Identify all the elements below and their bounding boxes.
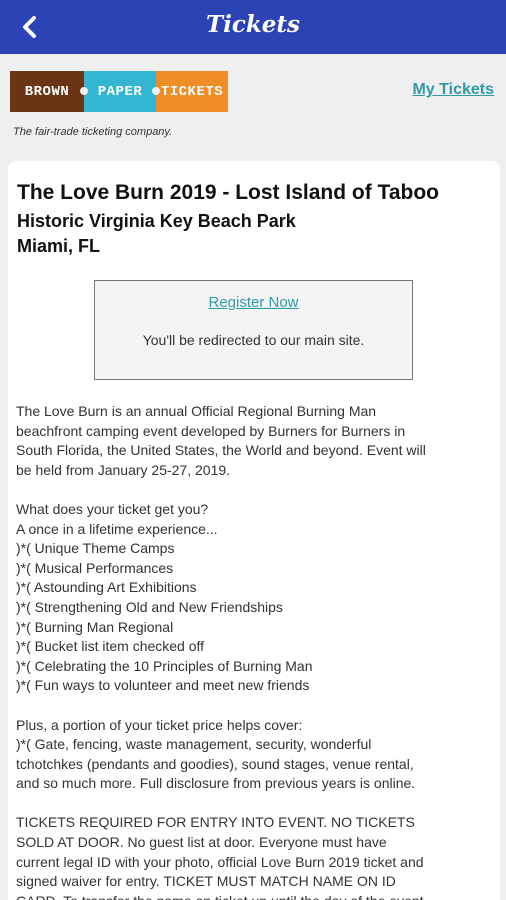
text-line: A once in a lifetime experience... bbox=[16, 520, 218, 537]
benefits-paragraph: What does your ticket get you? A once in… bbox=[16, 500, 492, 696]
register-panel: Register Now You'll be redirected to our… bbox=[94, 280, 413, 380]
text-line: South Florida, the United States, the Wo… bbox=[16, 442, 426, 459]
my-tickets-link[interactable]: My Tickets bbox=[412, 81, 494, 99]
app-title: Tickets bbox=[206, 11, 300, 38]
text-line: The Love Burn is an annual Official Regi… bbox=[16, 403, 377, 419]
list-item: )*( Musical Performances bbox=[16, 559, 174, 576]
event-city: Miami, FL bbox=[17, 236, 101, 256]
text-line: )*( Gate, fencing, waste management, sec… bbox=[16, 736, 372, 753]
text-line: be held from January 25-27, 2019. bbox=[16, 461, 231, 478]
text-line: Plus, a portion of your ticket price hel… bbox=[16, 716, 303, 733]
brown-paper-tickets-logo[interactable]: BROWN PAPER TICKETS bbox=[10, 71, 228, 112]
app-bar: Tickets bbox=[0, 0, 506, 54]
list-item: )*( Bucket list item checked off bbox=[16, 638, 205, 655]
list-item: )*( Strengthening Old and New Friendship… bbox=[16, 598, 283, 615]
list-item: )*( Unique Theme Camps bbox=[16, 540, 175, 557]
list-item: )*( Celebrating the 10 Principles of Bur… bbox=[16, 657, 313, 674]
text-line: SOLD AT DOOR. No guest list at door. Eve… bbox=[16, 834, 387, 851]
text-line: and so much more. Full disclosure from p… bbox=[16, 775, 416, 792]
register-now-link[interactable]: Register Now bbox=[95, 294, 412, 311]
text-line: TICKETS REQUIRED FOR ENTRY INTO EVENT. N… bbox=[16, 814, 415, 831]
logo-brown-segment: BROWN bbox=[10, 71, 84, 112]
logo-paper-segment: PAPER bbox=[80, 71, 156, 112]
brand-header: BROWN PAPER TICKETS The fair-trade ticke… bbox=[0, 54, 506, 146]
text-line: current legal ID with your photo, offici… bbox=[16, 853, 424, 870]
requirements-paragraph: TICKETS REQUIRED FOR ENTRY INTO EVENT. N… bbox=[16, 813, 492, 900]
text-line: signed waiver for entry. TICKET MUST MAT… bbox=[16, 873, 396, 890]
list-item: )*( Burning Man Regional bbox=[16, 618, 174, 635]
list-item: )*( Astounding Art Exhibitions bbox=[16, 579, 197, 596]
list-item: )*( Fun ways to volunteer and meet new f… bbox=[16, 677, 310, 694]
event-venue: Historic Virginia Key Beach Park bbox=[17, 211, 296, 231]
brand-tagline: The fair-trade ticketing company. bbox=[13, 126, 173, 138]
text-line: beachfront camping event developed by Bu… bbox=[16, 422, 406, 439]
text-line: CARD. To transfer the name on ticket up … bbox=[16, 892, 492, 900]
event-card: The Love Burn 2019 - Lost Island of Tabo… bbox=[8, 161, 500, 900]
intro-paragraph: The Love Burn is an annual Official Regi… bbox=[16, 402, 492, 480]
text-line: What does your ticket get you? bbox=[16, 500, 209, 517]
logo-tickets-segment: TICKETS bbox=[152, 71, 228, 112]
event-title: The Love Burn 2019 - Lost Island of Tabo… bbox=[17, 181, 439, 204]
text-line: tchotchkes (pendants and goodies), sound… bbox=[16, 755, 414, 772]
event-description: The Love Burn is an annual Official Regi… bbox=[16, 402, 492, 900]
redirect-note: You'll be redirected to our main site. bbox=[142, 332, 365, 348]
covers-paragraph: Plus, a portion of your ticket price hel… bbox=[16, 716, 492, 794]
